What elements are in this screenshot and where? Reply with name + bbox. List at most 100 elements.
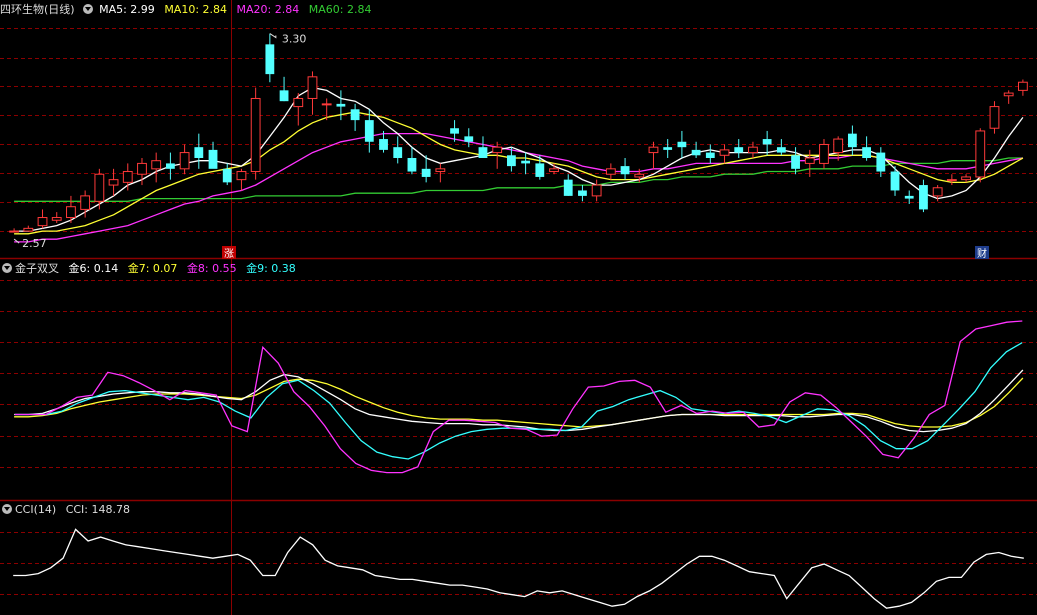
candle-up <box>804 157 815 164</box>
candle-down <box>464 136 474 142</box>
stock-name[interactable]: 四环生物(日线) <box>0 3 75 16</box>
candle-up <box>719 149 730 156</box>
candle-down <box>791 155 800 169</box>
event-marker-1: 涨 <box>224 248 234 260</box>
candle-down <box>847 133 857 148</box>
event-marker-2: 财 <box>977 247 987 260</box>
candle-down <box>265 44 275 75</box>
candle-up <box>591 184 602 197</box>
candle-up <box>833 138 844 154</box>
candle-down <box>279 90 289 102</box>
candle-down <box>336 103 346 107</box>
candle-up <box>975 130 986 178</box>
candle-up <box>80 195 91 210</box>
candle-up <box>1017 81 1028 91</box>
candle-down <box>904 195 914 199</box>
candle-down <box>194 147 204 158</box>
candle-up <box>250 97 261 173</box>
toggle-icon[interactable] <box>82 4 93 14</box>
candle-down <box>677 141 687 148</box>
jin7-line <box>14 377 1024 428</box>
candle-up <box>648 146 659 154</box>
candle-down <box>407 158 417 172</box>
candle-up <box>549 168 559 173</box>
candle-down <box>578 190 587 196</box>
candle-up <box>961 176 971 181</box>
candle-down <box>663 147 673 150</box>
candle-down <box>876 152 886 172</box>
candle-up <box>108 179 119 186</box>
high-marker-arrow <box>269 33 277 39</box>
stock-chart[interactable]: 3.30 2.57 涨 财 <box>0 0 1037 615</box>
candle-up <box>1003 92 1014 97</box>
jin6-label: 金6: 0.14 <box>68 262 119 275</box>
toggle-icon[interactable] <box>2 263 12 273</box>
candle-up <box>94 173 105 202</box>
candle-down <box>705 152 715 158</box>
price-panel: 3.30 2.57 涨 财 <box>9 33 1028 260</box>
candle-down <box>762 139 772 145</box>
candle-down <box>165 163 175 169</box>
candle-up <box>51 217 62 221</box>
candle-up <box>605 168 616 175</box>
ma10-line <box>14 111 1024 235</box>
candle-down <box>691 149 701 156</box>
candle-up <box>307 76 318 99</box>
ma60-line <box>14 157 1023 202</box>
cci-value-label: CCI: 148.78 <box>65 503 130 516</box>
candle-down <box>393 147 403 158</box>
candle-up <box>932 187 943 197</box>
candle-down <box>222 168 232 183</box>
cci-panel <box>13 528 1024 609</box>
jin8-line <box>14 320 1023 474</box>
ma5-line <box>14 86 1024 232</box>
candle-up <box>122 171 133 183</box>
candle-up <box>66 206 76 219</box>
candle-down <box>890 171 900 191</box>
toggle-icon[interactable] <box>2 504 12 514</box>
cci-line <box>13 528 1024 609</box>
candle-down <box>620 166 630 175</box>
candle-down <box>450 128 459 134</box>
candle-up <box>321 103 332 106</box>
candle-up <box>236 171 247 181</box>
candle-down <box>208 149 218 169</box>
candle-down <box>563 179 573 196</box>
ma5-label: MA5: 2.99 <box>99 3 155 16</box>
indicator-legend: 金子双叉 金6: 0.14 金7: 0.07 金8: 0.55 金9: 0.38 <box>0 262 302 276</box>
candle-up <box>492 146 503 154</box>
candle-down <box>776 147 786 153</box>
candle-up <box>179 152 190 170</box>
indicator-name[interactable]: 金子双叉 <box>15 262 59 275</box>
candle-down <box>734 147 744 153</box>
candle-down <box>379 139 388 150</box>
price-legend: 四环生物(日线) MA5: 2.99 MA10: 2.84 MA20: 2.84… <box>0 3 377 17</box>
ma20-label: MA20: 2.84 <box>236 3 300 16</box>
candle-up <box>9 230 20 233</box>
ma60-label: MA60: 2.84 <box>308 3 372 16</box>
candle-up <box>946 179 957 182</box>
candle-up <box>819 143 829 164</box>
indicator-panel <box>14 320 1024 474</box>
candle-up <box>435 168 446 173</box>
candle-down <box>350 109 360 121</box>
candle-up <box>137 162 147 175</box>
candle-down <box>919 185 928 210</box>
cci-name[interactable]: CCI(14) <box>15 503 56 516</box>
candle-up <box>23 227 34 232</box>
candle-down <box>364 120 374 142</box>
jin7-label: 金7: 0.07 <box>127 262 178 275</box>
candle-up <box>748 146 758 154</box>
candle-up <box>151 160 162 170</box>
candle-down <box>535 163 545 177</box>
candle-up <box>634 173 645 178</box>
candle-down <box>421 168 431 177</box>
ma10-label: MA10: 2.84 <box>164 3 228 16</box>
low-marker-label: 2.57 <box>22 237 46 250</box>
candle-up <box>293 97 304 108</box>
grid-lines <box>0 0 1037 615</box>
candle-down <box>506 155 516 167</box>
candle-down <box>478 147 488 158</box>
candle-up <box>37 217 48 227</box>
jin8-label: 金8: 0.55 <box>186 262 237 275</box>
